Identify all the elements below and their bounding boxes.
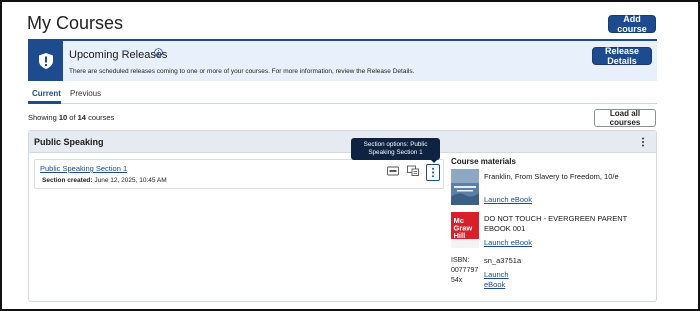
info-icon[interactable] <box>154 48 163 57</box>
total-count: 14 <box>77 113 86 122</box>
active-tab-indicator <box>28 101 61 104</box>
material-item: ISBN: 0077797 54x sn_a3751a Launch eBook <box>451 255 651 295</box>
material-title: sn_a3751a <box>484 256 522 265</box>
course-title: Public Speaking <box>34 137 104 147</box>
app-frame: My Courses Add course Upcoming Releases … <box>0 0 700 311</box>
alert-shield-icon <box>38 53 53 69</box>
section-options-tooltip: Section options: Public Speaking Section… <box>351 138 440 160</box>
banner-icon-panel <box>28 41 63 81</box>
upcoming-releases-banner: Upcoming Releases There are scheduled re… <box>28 39 657 81</box>
load-all-courses-button[interactable]: Load all courses <box>594 109 656 127</box>
section-created-info: Section created: June 12, 2025, 10:45 AM <box>42 177 167 184</box>
ebook-icon[interactable] <box>407 165 419 176</box>
tab-current[interactable]: Current <box>32 89 61 98</box>
launch-ebook-link[interactable]: Launch eBook <box>484 195 532 204</box>
course-materials-heading: Course materials <box>451 157 516 166</box>
lms-icon[interactable] <box>387 166 399 176</box>
release-details-button[interactable]: Release Details <box>592 46 652 66</box>
launch-ebook-link[interactable]: Launch eBook <box>484 270 514 290</box>
section-row: Public Speaking Section 1 Section create… <box>34 159 444 189</box>
section-options-button[interactable] <box>426 164 440 181</box>
book-cover-image <box>451 169 479 205</box>
section-link[interactable]: Public Speaking Section 1 <box>40 164 127 173</box>
shown-count: 10 <box>58 113 68 122</box>
material-title: Franklin, From Slavery to Freedom, 10/e <box>484 172 619 181</box>
kebab-icon <box>432 167 434 178</box>
svg-text:Hill: Hill <box>454 231 466 240</box>
course-options-kebab-icon[interactable] <box>638 136 648 148</box>
material-title: DO NOT TOUCH - EVERGREEN PARENT EBOOK 00… <box>484 214 628 233</box>
add-course-button[interactable]: Add course <box>608 14 656 34</box>
page-title: My Courses <box>27 13 124 33</box>
banner-title: Upcoming Releases <box>69 49 168 61</box>
tab-previous[interactable]: Previous <box>70 89 101 98</box>
course-count-summary: Showing 10 of 14 courses <box>28 113 115 122</box>
mcgraw-hill-cover-image: Mc Graw Hill <box>451 212 479 248</box>
launch-ebook-link[interactable]: Launch eBook <box>484 238 532 247</box>
course-card-header: Public Speaking <box>29 131 656 153</box>
material-item: Franklin, From Slavery to Freedom, 10/e … <box>451 169 651 209</box>
course-tabs: Current Previous <box>28 86 657 104</box>
course-card: Public Speaking Public Speaking Section … <box>28 130 657 302</box>
material-item: Mc Graw Hill DO NOT TOUCH - EVERGREEN PA… <box>451 212 651 252</box>
tooltip-arrow <box>430 159 438 163</box>
broken-cover-alt-text: ISBN: 0077797 54x <box>451 257 479 284</box>
banner-text: There are scheduled releases coming to o… <box>69 68 415 75</box>
